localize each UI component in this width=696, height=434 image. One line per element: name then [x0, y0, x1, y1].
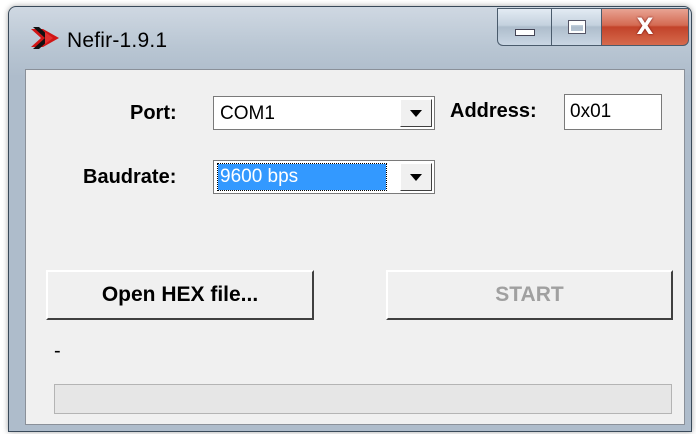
- baudrate-value: 9600 bps: [217, 163, 387, 191]
- caption-buttons: X: [497, 8, 689, 48]
- baudrate-select[interactable]: 9600 bps: [213, 160, 435, 194]
- minimize-icon: [514, 28, 535, 36]
- client-area: Port: COM1 Address: 0x01 Baudrate: 9600 …: [25, 69, 685, 425]
- close-icon: X: [636, 14, 654, 40]
- window-title: Nefir-1.9.1: [67, 29, 168, 52]
- port-select[interactable]: COM1: [213, 96, 435, 130]
- port-value: COM1: [220, 103, 275, 124]
- open-hex-file-button[interactable]: Open HEX file...: [46, 270, 314, 320]
- chevron-down-icon: [410, 173, 422, 181]
- port-dropdown-button[interactable]: [400, 99, 432, 127]
- baudrate-dropdown-button[interactable]: [400, 163, 432, 191]
- port-label: Port:: [130, 102, 177, 124]
- app-window: Nefir-1.9.1 X Port: COM1 Address: 0x01 B…: [8, 6, 692, 432]
- title-bar[interactable]: Nefir-1.9.1 X: [9, 7, 691, 69]
- nefir-logo-icon: [31, 27, 59, 49]
- start-button[interactable]: START: [386, 270, 673, 320]
- chevron-down-icon: [410, 109, 422, 117]
- maximize-button[interactable]: [551, 8, 601, 46]
- status-text: -: [54, 340, 61, 362]
- progress-bar: [54, 384, 672, 414]
- address-label: Address:: [450, 100, 537, 122]
- close-button[interactable]: X: [601, 8, 689, 46]
- baudrate-label: Baudrate:: [83, 166, 177, 188]
- maximize-icon: [567, 20, 586, 34]
- address-input[interactable]: 0x01: [564, 94, 662, 130]
- minimize-button[interactable]: [497, 8, 551, 46]
